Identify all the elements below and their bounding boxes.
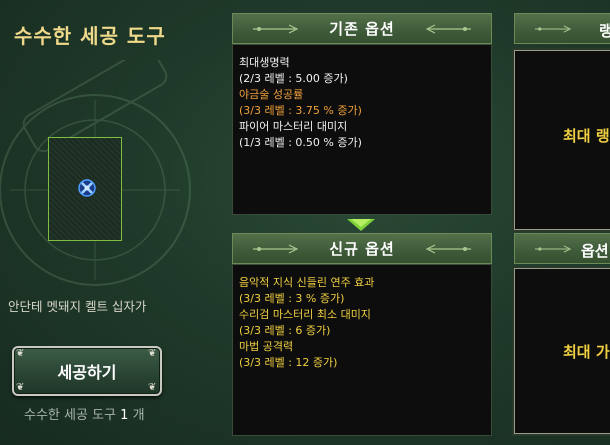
right-bottom-text: 최대 가 bbox=[563, 343, 610, 361]
right-top-text: 최대 랭 bbox=[563, 127, 610, 145]
tool-count-value: 1 bbox=[120, 408, 129, 423]
option-line: 음악적 지식 신들린 연주 효과 bbox=[239, 276, 375, 289]
header-ornament-icon bbox=[535, 25, 572, 33]
right-bottom-panel: 옵션 최대 가 bbox=[512, 233, 610, 436]
option-line: (3/3 레벨 : 12 증가) bbox=[239, 356, 338, 369]
item-name: 안단테 멧돼지 켈트 십자가 bbox=[8, 299, 147, 314]
existing-options-body: 최대생명력 (2/3 레벨 : 5.00 증가) 야금술 성공률 (3/3 레벨… bbox=[232, 44, 492, 215]
option-line: 파이어 마스터리 대미지 bbox=[239, 120, 348, 133]
arrow-down-icon bbox=[347, 219, 375, 231]
option-line: 수리검 마스터리 최소 대미지 bbox=[239, 308, 371, 321]
corner-ornament-icon: ❦ bbox=[16, 348, 25, 359]
craft-button-label: 세공하기 bbox=[57, 363, 117, 382]
right-bottom-title: 옵션 bbox=[581, 242, 609, 260]
right-top-title: 랭 bbox=[599, 22, 610, 40]
right-bottom-body: 최대 가 bbox=[512, 266, 610, 436]
option-line: 최대생명력 bbox=[239, 56, 290, 69]
craft-button[interactable]: ❦ ❦ ❦ ❦ 세공하기 bbox=[12, 346, 162, 396]
right-top-panel: 랭 최대 랭 bbox=[512, 13, 610, 232]
celtic-cross-icon bbox=[78, 179, 96, 197]
corner-ornament-icon: ❦ bbox=[16, 382, 25, 393]
existing-options-panel: 기존 옵션 최대생명력 (2/3 레벨 : 5.00 증가) 야금술 성공률 (… bbox=[232, 13, 492, 215]
option-line: (1/3 레벨 : 0.50 % 증가) bbox=[239, 136, 362, 149]
crafting-tool-panel: 수수한 세공 도구 안단테 멧돼지 켈트 십자가 ❦ ❦ ❦ ❦ 세공하기 수수… bbox=[0, 0, 225, 445]
header-ornament-icon bbox=[253, 24, 299, 34]
new-options-body: 음악적 지식 신들린 연주 효과 (3/3 레벨 : 3 % 증가) 수리검 마… bbox=[232, 264, 492, 436]
tool-count: 수수한 세공 도구 1 개 bbox=[24, 404, 145, 423]
new-options-panel: 신규 옵션 음악적 지식 신들린 연주 효과 (3/3 레벨 : 3 % 증가)… bbox=[232, 233, 492, 436]
tool-count-label: 수수한 세공 도구 bbox=[24, 408, 116, 423]
option-line: (3/3 레벨 : 3 % 증가) bbox=[239, 292, 345, 305]
option-line: (2/3 레벨 : 5.00 증가) bbox=[239, 72, 348, 85]
header-ornament-icon bbox=[425, 24, 471, 34]
corner-ornament-icon: ❦ bbox=[148, 382, 157, 393]
header-ornament-icon bbox=[425, 244, 471, 254]
panel-title: 수수한 세공 도구 bbox=[14, 24, 166, 48]
new-options-header: 신규 옵션 bbox=[232, 233, 492, 264]
tool-count-unit: 개 bbox=[132, 408, 145, 423]
right-top-header: 랭 bbox=[514, 13, 610, 44]
option-line: (3/3 레벨 : 6 증가) bbox=[239, 324, 331, 337]
right-top-body: 최대 랭 bbox=[512, 48, 610, 232]
existing-options-header: 기존 옵션 bbox=[232, 13, 492, 44]
existing-options-title: 기존 옵션 bbox=[329, 20, 395, 38]
header-ornament-icon bbox=[253, 244, 299, 254]
option-line: (3/3 레벨 : 3.75 % 증가) bbox=[239, 104, 362, 117]
corner-ornament-icon: ❦ bbox=[148, 348, 157, 359]
new-options-title: 신규 옵션 bbox=[329, 240, 395, 258]
option-line: 야금술 성공률 bbox=[239, 88, 304, 101]
right-bottom-header: 옵션 bbox=[514, 233, 610, 264]
option-line: 마법 공격력 bbox=[239, 340, 294, 353]
header-ornament-icon bbox=[535, 245, 572, 253]
